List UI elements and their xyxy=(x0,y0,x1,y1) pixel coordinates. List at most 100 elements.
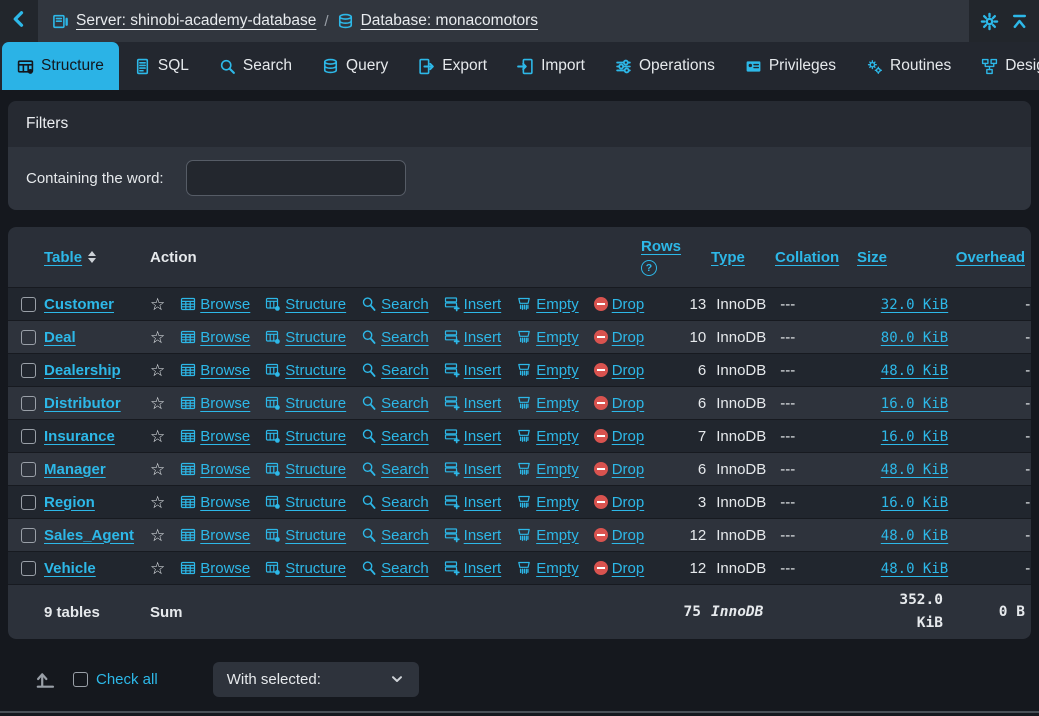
search-link[interactable]: Search xyxy=(361,461,429,478)
browse-link[interactable]: Browse xyxy=(180,395,250,412)
browse-link[interactable]: Browse xyxy=(180,461,250,478)
with-selected-dropdown[interactable]: With selected: xyxy=(213,662,419,697)
search-link[interactable]: Search xyxy=(361,494,429,511)
browse-link[interactable]: Browse xyxy=(180,494,250,511)
sort-arrows-icon[interactable] xyxy=(88,251,96,263)
search-link[interactable]: Search xyxy=(361,428,429,445)
browse-link[interactable]: Browse xyxy=(180,296,250,313)
favorite-star-icon[interactable]: ☆ xyxy=(150,494,165,511)
row-checkbox[interactable] xyxy=(21,396,36,411)
back-button[interactable] xyxy=(0,0,38,42)
drop-link[interactable]: Drop xyxy=(594,494,645,511)
sort-by-size-link[interactable]: Size xyxy=(857,249,887,266)
insert-link[interactable]: Insert xyxy=(444,296,502,313)
browse-link[interactable]: Browse xyxy=(180,329,250,346)
drop-link[interactable]: Drop xyxy=(594,329,645,346)
table-name-link[interactable]: Vehicle xyxy=(44,560,96,577)
insert-link[interactable]: Insert xyxy=(444,428,502,445)
insert-link[interactable]: Insert xyxy=(444,395,502,412)
size-link[interactable]: 48.0 KiB xyxy=(881,363,948,379)
browse-link[interactable]: Browse xyxy=(180,428,250,445)
row-checkbox[interactable] xyxy=(21,528,36,543)
size-link[interactable]: 48.0 KiB xyxy=(881,561,948,577)
sort-by-rows-link[interactable]: Rows xyxy=(641,238,681,255)
size-link[interactable]: 16.0 KiB xyxy=(881,429,948,445)
row-checkbox[interactable] xyxy=(21,462,36,477)
tab-designer[interactable]: Designer xyxy=(966,42,1039,90)
table-name-link[interactable]: Insurance xyxy=(44,428,115,445)
table-name-link[interactable]: Deal xyxy=(44,329,76,346)
structure-link[interactable]: Structure xyxy=(265,428,346,445)
table-name-link[interactable]: Manager xyxy=(44,461,106,478)
empty-link[interactable]: Empty xyxy=(516,362,579,379)
size-link[interactable]: 80.0 KiB xyxy=(881,330,948,346)
containing-word-input[interactable] xyxy=(186,160,406,196)
tab-export[interactable]: Export xyxy=(403,42,502,90)
row-checkbox[interactable] xyxy=(21,495,36,510)
empty-link[interactable]: Empty xyxy=(516,395,579,412)
drop-link[interactable]: Drop xyxy=(594,560,645,577)
search-link[interactable]: Search xyxy=(361,362,429,379)
drop-link[interactable]: Drop xyxy=(594,395,645,412)
drop-link[interactable]: Drop xyxy=(594,428,645,445)
insert-link[interactable]: Insert xyxy=(444,494,502,511)
sort-by-type-link[interactable]: Type xyxy=(711,249,745,266)
tab-routines[interactable]: Routines xyxy=(851,42,966,90)
insert-link[interactable]: Insert xyxy=(444,329,502,346)
table-name-link[interactable]: Region xyxy=(44,494,95,511)
empty-link[interactable]: Empty xyxy=(516,560,579,577)
drop-link[interactable]: Drop xyxy=(594,527,645,544)
tab-operations[interactable]: Operations xyxy=(600,42,730,90)
table-name-link[interactable]: Customer xyxy=(44,296,114,313)
search-link[interactable]: Search xyxy=(361,560,429,577)
size-link[interactable]: 32.0 KiB xyxy=(881,297,948,313)
favorite-star-icon[interactable]: ☆ xyxy=(150,395,165,412)
empty-link[interactable]: Empty xyxy=(516,494,579,511)
table-name-link[interactable]: Dealership xyxy=(44,362,121,379)
insert-link[interactable]: Insert xyxy=(444,362,502,379)
insert-link[interactable]: Insert xyxy=(444,527,502,544)
search-link[interactable]: Search xyxy=(361,296,429,313)
check-all-label[interactable]: Check all xyxy=(96,671,158,688)
table-name-link[interactable]: Distributor xyxy=(44,395,121,412)
row-checkbox[interactable] xyxy=(21,330,36,345)
rows-help-icon[interactable]: ? xyxy=(641,260,657,276)
structure-link[interactable]: Structure xyxy=(265,461,346,478)
drop-link[interactable]: Drop xyxy=(594,461,645,478)
browse-link[interactable]: Browse xyxy=(180,560,250,577)
structure-link[interactable]: Structure xyxy=(265,329,346,346)
drop-link[interactable]: Drop xyxy=(594,296,645,313)
sort-by-overhead-link[interactable]: Overhead xyxy=(956,249,1025,266)
insert-link[interactable]: Insert xyxy=(444,461,502,478)
scroll-to-top-icon[interactable] xyxy=(1011,13,1028,30)
structure-link[interactable]: Structure xyxy=(265,527,346,544)
structure-link[interactable]: Structure xyxy=(265,494,346,511)
tab-structure[interactable]: Structure xyxy=(2,42,119,90)
breadcrumb-database-link[interactable]: Database: monacomotors xyxy=(337,12,538,30)
favorite-star-icon[interactable]: ☆ xyxy=(150,527,165,544)
search-link[interactable]: Search xyxy=(361,395,429,412)
empty-link[interactable]: Empty xyxy=(516,461,579,478)
breadcrumb-server-link[interactable]: Server: shinobi-academy-database xyxy=(52,12,316,30)
tab-import[interactable]: Import xyxy=(502,42,600,90)
check-all-checkbox[interactable] xyxy=(73,672,88,687)
structure-link[interactable]: Structure xyxy=(265,362,346,379)
empty-link[interactable]: Empty xyxy=(516,527,579,544)
row-checkbox[interactable] xyxy=(21,297,36,312)
empty-link[interactable]: Empty xyxy=(516,296,579,313)
tab-query[interactable]: Query xyxy=(307,42,403,90)
size-link[interactable]: 48.0 KiB xyxy=(881,528,948,544)
structure-link[interactable]: Structure xyxy=(265,296,346,313)
row-checkbox[interactable] xyxy=(21,429,36,444)
favorite-star-icon[interactable]: ☆ xyxy=(150,560,165,577)
favorite-star-icon[interactable]: ☆ xyxy=(150,461,165,478)
search-link[interactable]: Search xyxy=(361,329,429,346)
row-checkbox[interactable] xyxy=(21,363,36,378)
browse-link[interactable]: Browse xyxy=(180,362,250,379)
search-link[interactable]: Search xyxy=(361,527,429,544)
size-link[interactable]: 16.0 KiB xyxy=(881,495,948,511)
size-link[interactable]: 16.0 KiB xyxy=(881,396,948,412)
favorite-star-icon[interactable]: ☆ xyxy=(150,428,165,445)
sort-by-collation-link[interactable]: Collation xyxy=(775,249,839,266)
structure-link[interactable]: Structure xyxy=(265,395,346,412)
